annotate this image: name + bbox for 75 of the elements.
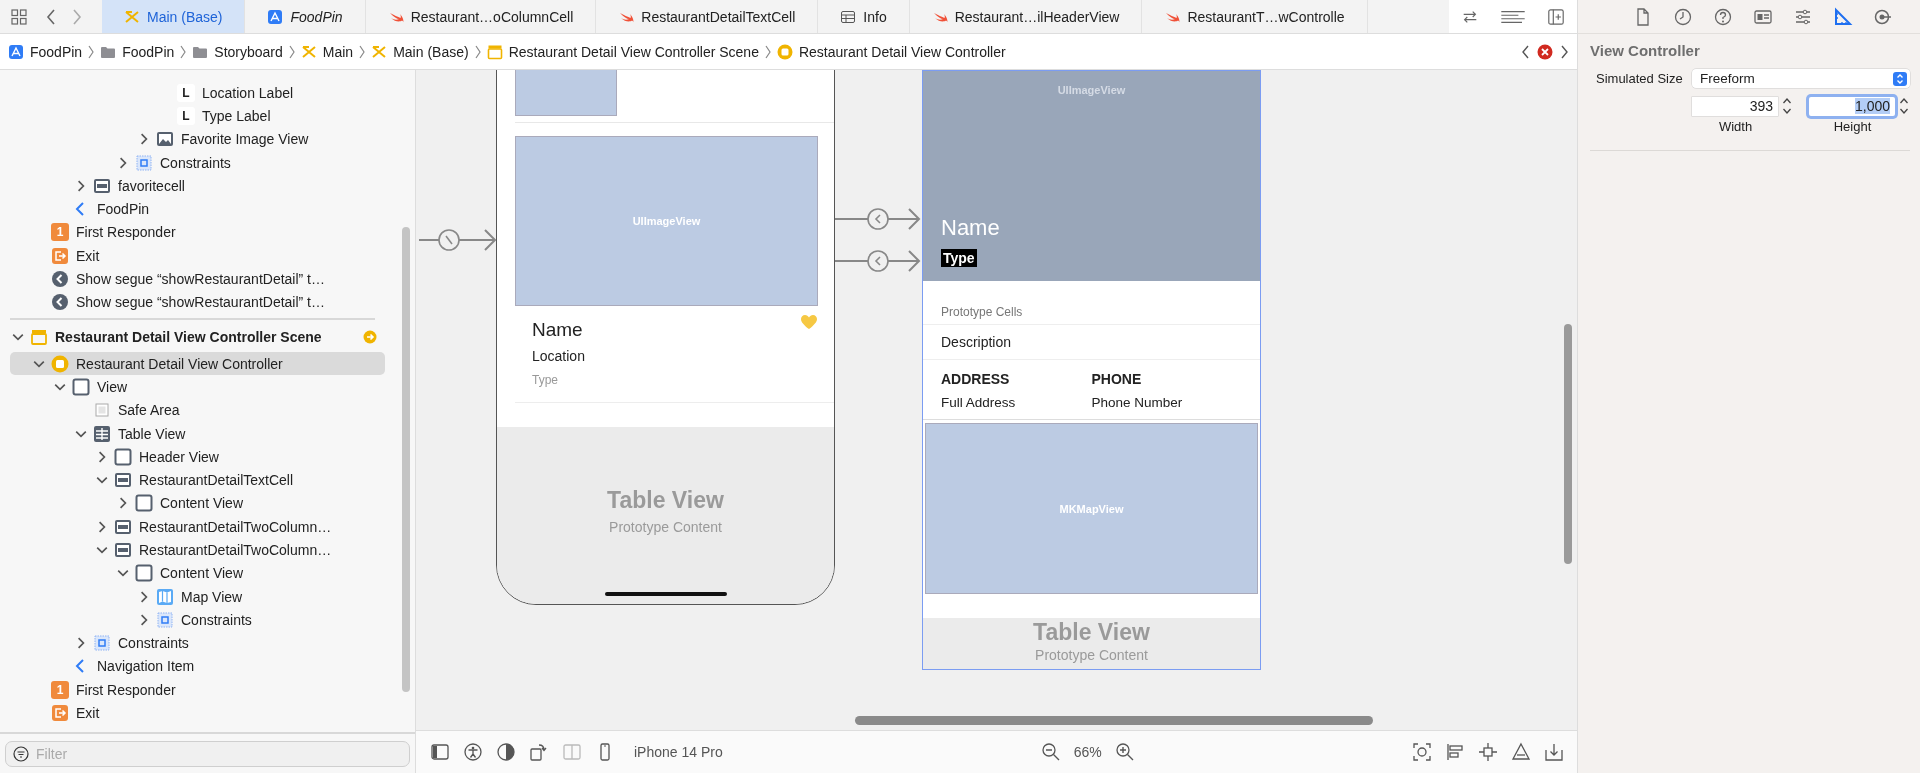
outline-item[interactable]: Constraints <box>10 608 385 632</box>
editor-tab[interactable]: Main (Base) <box>102 0 246 33</box>
breadcrumb-item[interactable]: FoodPin <box>100 43 175 60</box>
outline-item[interactable]: Restaurant Detail View Controller <box>10 351 385 376</box>
placeholder-title: Table View <box>1033 618 1150 646</box>
outline-item[interactable]: Map View <box>10 584 385 609</box>
simulated-size-dropdown[interactable]: Freeform <box>1692 69 1910 88</box>
outline-item[interactable]: Favorite Image View <box>10 127 385 151</box>
header-image-placeholder: UIImageView Name Type <box>923 71 1260 281</box>
detail-scene[interactable]: UIImageView Name Type Prototype Cells Description ADDRESS Full Address PHONE Phone Number MKMapView Table View Prototype Content <box>922 70 1261 670</box>
name-label: Name <box>941 214 1001 242</box>
editor-tab[interactable]: FoodPin <box>245 0 366 33</box>
column-heading: PHONE <box>1091 370 1143 388</box>
label-icon: L <box>177 106 195 125</box>
outline-item[interactable]: Exit <box>10 701 385 725</box>
breadcrumb-item[interactable]: Main <box>300 43 354 60</box>
column-value: Phone Number <box>1091 394 1184 412</box>
column-value: Full Address <box>941 394 1017 412</box>
number-field[interactable]: 393 <box>1692 96 1778 116</box>
number-field[interactable]: 1,000 <box>1809 96 1895 116</box>
breadcrumb-item[interactable]: Restaurant Detail View Controller <box>776 43 1006 60</box>
editor-tab[interactable]: RestaurantDetailTextCell <box>596 0 819 33</box>
outline-item[interactable]: Constraints <box>10 150 385 175</box>
image-placeholder: UIImageView <box>515 136 818 306</box>
outline-item[interactable]: Show segue “showRestaurantDetail” t… <box>10 290 385 314</box>
name-label: Name <box>532 318 584 342</box>
outline-item[interactable]: Content View <box>10 561 385 585</box>
device-name[interactable]: iPhone 14 Pro <box>634 744 723 760</box>
outline-item[interactable]: Restaurant Detail View Controller Scene <box>10 322 385 352</box>
field-label: Width <box>1717 119 1754 134</box>
outline-item[interactable]: Safe Area <box>10 398 385 422</box>
placeholder-title: Table View <box>607 485 724 514</box>
outline-item[interactable]: Constraints <box>10 631 385 655</box>
type-label: Type <box>941 249 977 267</box>
filter-field[interactable]: Filter <box>5 740 410 767</box>
label-icon: L <box>177 83 195 102</box>
outline-item[interactable]: Table View <box>10 421 385 446</box>
breadcrumb-item[interactable]: FoodPin <box>8 43 83 60</box>
outline-item[interactable]: Header View <box>10 445 385 469</box>
outline-item[interactable]: RestaurantDetailTwoColumn… <box>10 515 385 539</box>
phone-scene[interactable]: UIImageView Name Location Type Table View Prototype Content <box>496 70 835 605</box>
editor-tab[interactable]: Restaurant…ilHeaderView <box>909 0 1143 33</box>
outline-item[interactable]: L Type Label <box>10 104 385 128</box>
location-label: Location <box>532 347 586 366</box>
placeholder-subtitle: Prototype Content <box>1035 646 1148 664</box>
breadcrumb-item[interactable]: Main (Base) <box>371 43 469 60</box>
description-label: Description <box>941 334 1012 350</box>
field-label: Height <box>1832 119 1873 134</box>
first-responder-icon: 1 <box>51 223 69 242</box>
outline-item[interactable]: View <box>10 375 385 399</box>
section-title: View Controller <box>1590 42 1701 60</box>
placeholder-subtitle: Prototype Content <box>609 517 722 536</box>
outline-item[interactable]: RestaurantDetailTwoColumn… <box>10 538 385 562</box>
editor-tab[interactable]: Restaurant…oColumnCell <box>365 0 597 33</box>
outline-item[interactable]: favoritecell <box>10 174 385 198</box>
zoom-level: 66% <box>1073 744 1102 760</box>
outline-item[interactable]: RestaurantDetailTextCell <box>10 468 385 492</box>
breadcrumb-item[interactable]: Storyboard <box>192 43 283 60</box>
breadcrumb-item[interactable]: Restaurant Detail View Controller Scene <box>486 43 759 60</box>
type-label: Type <box>532 372 559 388</box>
section-label: Prototype Cells <box>941 305 1023 319</box>
outline-item[interactable]: Navigation Item <box>10 654 385 679</box>
outline-item[interactable]: Show segue “showRestaurantDetail” t… <box>10 267 385 291</box>
outline-item[interactable]: Content View <box>10 491 385 516</box>
outline-item[interactable]: Exit <box>10 244 385 268</box>
field-label: Simulated Size <box>1595 71 1684 86</box>
map-placeholder: MKMapView <box>925 423 1258 594</box>
first-responder-icon: 1 <box>51 680 69 699</box>
editor-tab[interactable]: RestaurantT…wControlle <box>1142 0 1368 33</box>
outline-item[interactable]: L Location Label <box>10 81 385 105</box>
outline-item[interactable]: 1 First Responder <box>10 678 385 702</box>
outline-item[interactable]: 1 First Responder <box>10 220 385 245</box>
outline-item[interactable]: FoodPin <box>10 197 385 221</box>
column-heading: ADDRESS <box>941 370 1011 388</box>
editor-tab[interactable]: Info <box>818 0 910 33</box>
